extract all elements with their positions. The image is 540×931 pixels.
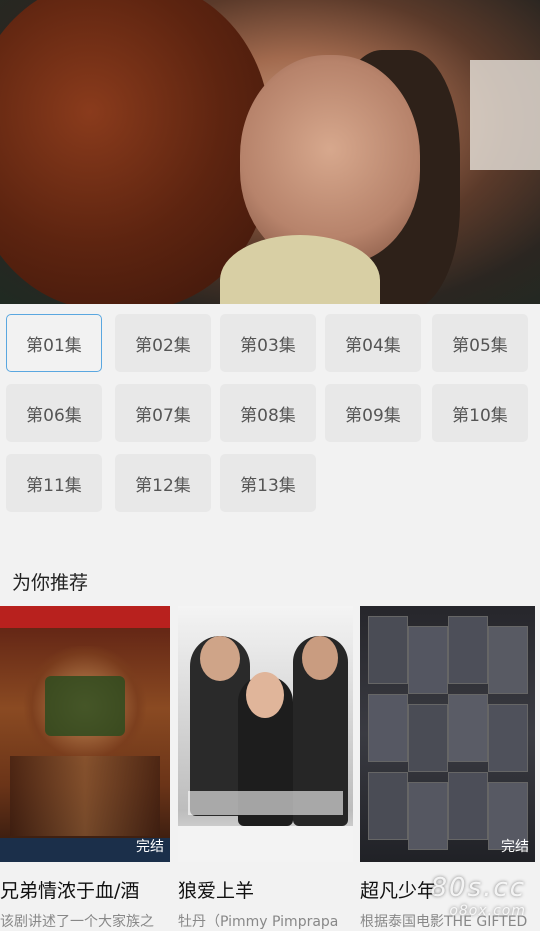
episode-button-12[interactable]: 第12集 [115, 454, 211, 512]
recommend-poster: 完结 [360, 606, 535, 862]
episode-button-08[interactable]: 第08集 [220, 384, 316, 442]
recommend-title: 超凡少年 [360, 876, 436, 903]
episode-button-06[interactable]: 第06集 [6, 384, 102, 442]
recommend-poster [178, 606, 353, 862]
recommend-description: 该剧讲述了一个大家族之 [0, 911, 170, 931]
episode-button-01[interactable]: 第01集 [6, 314, 102, 372]
episode-button-07[interactable]: 第07集 [115, 384, 211, 442]
recommend-title: 兄弟情浓于血/酒 [0, 876, 139, 903]
site-watermark: 80s.cc o8ox.com [431, 873, 526, 919]
recommend-card[interactable]: 完结 兄弟情浓于血/酒 该剧讲述了一个大家族之 [0, 606, 170, 925]
recommend-description: 牡丹（Pimmy Pimprapa [178, 911, 353, 931]
video-figure-face [240, 55, 420, 265]
episode-grid: 第01集 第02集 第03集 第04集 第05集 第06集 第07集 第08集 … [0, 304, 540, 534]
video-background-light [470, 60, 540, 170]
completed-badge: 完结 [136, 836, 164, 856]
episode-button-09[interactable]: 第09集 [325, 384, 421, 442]
episode-button-05[interactable]: 第05集 [432, 314, 528, 372]
episode-button-02[interactable]: 第02集 [115, 314, 211, 372]
completed-badge: 完结 [501, 836, 529, 856]
recommend-title: 狼爱上羊 [178, 876, 254, 903]
episode-button-11[interactable]: 第11集 [6, 454, 102, 512]
recommend-poster: 完结 [0, 606, 170, 862]
episode-button-04[interactable]: 第04集 [325, 314, 421, 372]
episode-button-10[interactable]: 第10集 [432, 384, 528, 442]
episode-button-03[interactable]: 第03集 [220, 314, 316, 372]
recommend-card[interactable]: 狼爱上羊 牡丹（Pimmy Pimprapa [178, 606, 353, 925]
episode-button-13[interactable]: 第13集 [220, 454, 316, 512]
recommend-section-title: 为你推荐 [12, 568, 88, 595]
video-player[interactable] [0, 0, 540, 304]
